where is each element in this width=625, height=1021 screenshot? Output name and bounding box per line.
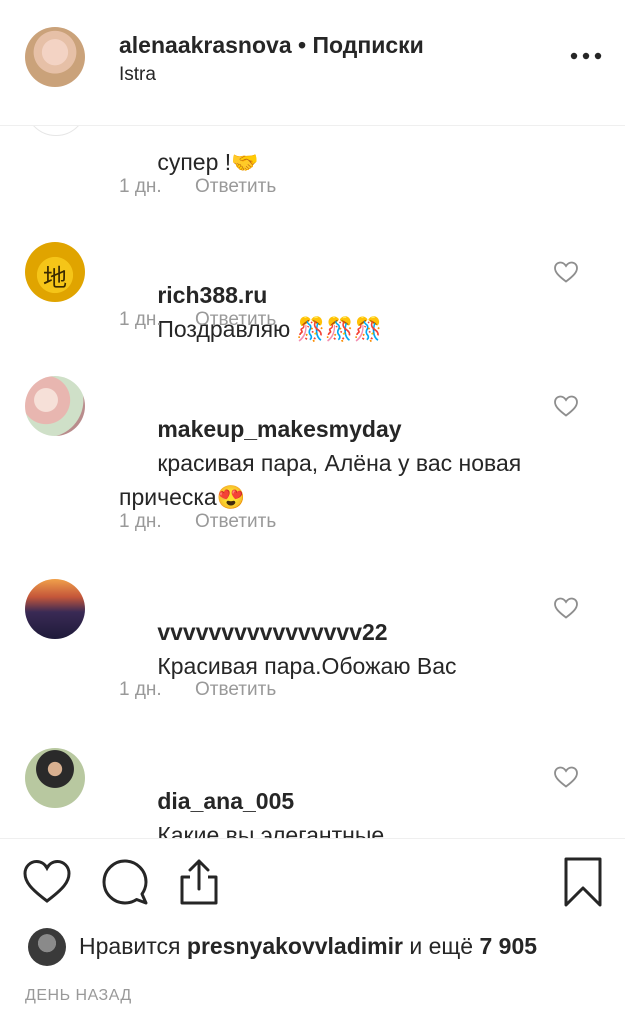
comment-text: супер !🤝 [157,149,259,175]
comment-like-heart-icon[interactable] [553,394,579,418]
svg-text:地: 地 [43,264,67,292]
comment-body: красивая пара, Алёна у вас новая прическ… [119,450,528,510]
heart-icon[interactable] [20,855,74,909]
comment-meta: 1 дн. Ответить [119,176,276,198]
comment-username[interactable]: vvvvvvvvvvvvvvvv22 [157,619,387,645]
comment-meta: 1 дн. Ответить [119,309,276,331]
comments-list[interactable]: супер !🤝 1 дн. Ответить 地 rich388.ru Поз… [0,126,625,838]
comment-body: Красивая пара.Обожаю Вас [157,653,457,679]
comment-meta: 1 дн. Ответить [119,679,276,701]
comment-username[interactable]: makeup_makesmyday [157,416,401,442]
likes-text: Нравится presnyakovvladimir и ещё 7 905 [79,933,537,960]
reply-button[interactable]: Ответить [195,309,276,330]
comment-time: 1 дн. [119,679,162,700]
commenter-avatar[interactable] [25,126,87,136]
comment-like-heart-icon[interactable] [553,596,579,620]
comment-body: Какие вы элегантные [157,822,385,838]
commenter-avatar[interactable] [25,579,85,639]
follow-status-button[interactable]: Подписки [312,32,423,58]
author-line: alenaakrasnova • Подписки [119,32,424,59]
comment-username[interactable]: dia_ana_005 [157,788,294,814]
likes-count[interactable]: 7 905 [479,933,537,959]
likes-middle: и ещё [409,933,474,959]
comment-time: 1 дн. [119,511,162,532]
section-divider [0,838,625,839]
comment-time: 1 дн. [119,309,162,330]
avatar-glyph: 地 [43,264,67,292]
commenter-avatar[interactable]: 地 [25,242,85,302]
liker-avatar[interactable] [28,928,66,966]
comment-like-heart-icon[interactable] [553,260,579,284]
liker-username[interactable]: presnyakovvladimir [187,933,403,959]
post-header: alenaakrasnova • Подписки Istra [0,0,625,126]
comment-like-heart-icon[interactable] [553,765,579,789]
author-username[interactable]: alenaakrasnova [119,32,292,58]
comment-meta: 1 дн. Ответить [119,511,276,533]
comment-time: 1 дн. [119,176,162,197]
post-timestamp[interactable]: ДЕНЬ НАЗАД [25,987,132,1005]
reply-button[interactable]: Ответить [195,511,276,532]
reply-button[interactable]: Ответить [195,176,276,197]
commenter-avatar[interactable] [25,748,85,808]
likes-prefix: Нравится [79,933,181,959]
share-icon[interactable] [172,855,226,909]
post-actions-bar [0,855,625,919]
bookmark-icon[interactable] [556,855,610,909]
more-horizontal-icon[interactable] [565,44,607,68]
author-avatar[interactable] [25,27,85,87]
separator-dot: • [298,32,307,58]
comment-username[interactable]: rich388.ru [157,282,267,308]
comment-icon[interactable] [98,855,152,909]
comment-body: супер ! [157,149,232,175]
comment-text: dia_ana_005 Какие вы элегантные [119,750,539,838]
post-location[interactable]: Istra [119,64,156,86]
reply-button[interactable]: Ответить [195,679,276,700]
commenter-avatar[interactable] [25,376,85,436]
likes-summary: Нравится presnyakovvladimir и ещё 7 905 [25,928,625,968]
